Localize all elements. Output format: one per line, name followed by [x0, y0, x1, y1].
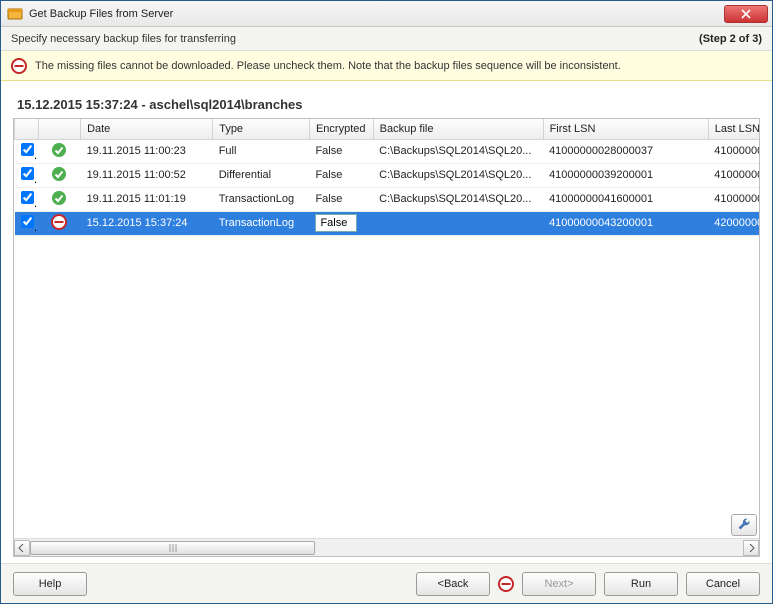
col-first-lsn[interactable]: First LSN [543, 119, 708, 139]
table-row[interactable]: 19.11.2015 11:00:23FullFalseC:\Backups\S… [15, 139, 761, 163]
wrench-icon [737, 518, 751, 532]
col-encrypted[interactable]: Encrypted [309, 119, 373, 139]
status-ok-icon [51, 142, 67, 158]
col-status[interactable] [38, 119, 80, 139]
scroll-left-button[interactable] [14, 540, 30, 556]
run-button[interactable]: Run [604, 572, 678, 596]
cancel-label: Cancel [706, 578, 740, 590]
help-button[interactable]: Help [13, 572, 87, 596]
cell-type: Full [213, 139, 310, 163]
backup-table: Date Type Encrypted Backup file First LS… [14, 119, 760, 236]
table-body: 19.11.2015 11:00:23FullFalseC:\Backups\S… [15, 139, 761, 235]
cell-encrypted: False [309, 163, 373, 187]
chevron-right-icon [747, 544, 755, 552]
warning-icon [11, 58, 27, 74]
window-title: Get Backup Files from Server [29, 8, 724, 20]
cell-first-lsn: 41000000039200001 [543, 163, 708, 187]
back-button[interactable]: <Back [416, 572, 490, 596]
status-error-icon [51, 214, 67, 230]
next-button[interactable]: Next> [522, 572, 596, 596]
row-checkbox[interactable] [21, 215, 34, 228]
cell-date: 15.12.2015 15:37:24 [81, 211, 213, 235]
col-checkbox[interactable] [15, 119, 39, 139]
close-button[interactable] [724, 5, 768, 23]
row-checkbox[interactable] [21, 143, 34, 156]
cell-first-lsn: 41000000041600001 [543, 187, 708, 211]
status-ok-icon [51, 190, 67, 206]
cell-last-lsn: 41000000031200001 [708, 139, 760, 163]
main-area: 15.12.2015 15:37:24 - aschel\sql2014\bra… [1, 81, 772, 563]
cell-file: C:\Backups\SQL2014\SQL20... [373, 163, 543, 187]
table-row[interactable]: 15.12.2015 15:37:24TransactionLogFalse 41… [15, 211, 761, 235]
subheader: Specify necessary backup files for trans… [1, 27, 772, 51]
col-file[interactable]: Backup file [373, 119, 543, 139]
cell-file [373, 211, 543, 235]
cell-last-lsn: 41000000041600001 [708, 163, 760, 187]
cell-file: C:\Backups\SQL2014\SQL20... [373, 187, 543, 211]
table-options-button[interactable] [731, 514, 757, 536]
title-bar: Get Backup Files from Server [1, 1, 772, 27]
scroll-thumb[interactable] [30, 541, 315, 555]
next-label: Next> [544, 578, 573, 590]
table-container: Date Type Encrypted Backup file First LS… [13, 118, 760, 557]
stop-icon [498, 576, 514, 592]
cell-date: 19.11.2015 11:00:23 [81, 139, 213, 163]
table-row[interactable]: 19.11.2015 11:01:19TransactionLogFalseC:… [15, 187, 761, 211]
col-last-lsn[interactable]: Last LSN [708, 119, 760, 139]
col-type[interactable]: Type [213, 119, 310, 139]
cell-first-lsn: 41000000028000037 [543, 139, 708, 163]
cell-last-lsn: 41000000043200001 [708, 187, 760, 211]
status-ok-icon [51, 166, 67, 182]
cell-first-lsn: 41000000043200001 [543, 211, 708, 235]
table-header: Date Type Encrypted Backup file First LS… [15, 119, 761, 139]
warning-text: The missing files cannot be downloaded. … [35, 60, 621, 72]
footer: Help <Back Next> Run Cancel [1, 563, 772, 603]
cell-encrypted: False [309, 187, 373, 211]
cell-type: TransactionLog [213, 187, 310, 211]
horizontal-scrollbar[interactable] [14, 538, 759, 556]
back-label: <Back [438, 578, 469, 590]
cell-file: C:\Backups\SQL2014\SQL20... [373, 139, 543, 163]
chevron-left-icon [18, 544, 26, 552]
warning-bar: The missing files cannot be downloaded. … [1, 51, 772, 81]
table-row[interactable]: 19.11.2015 11:00:52DifferentialFalseC:\B… [15, 163, 761, 187]
cell-type: Differential [213, 163, 310, 187]
cell-type: TransactionLog [213, 211, 310, 235]
cell-date: 19.11.2015 11:01:19 [81, 187, 213, 211]
page-title: 15.12.2015 15:37:24 - aschel\sql2014\bra… [17, 97, 756, 112]
step-indicator: (Step 2 of 3) [699, 33, 762, 45]
help-label: Help [39, 578, 62, 590]
row-checkbox[interactable] [21, 191, 34, 204]
cell-encrypted: False [309, 211, 373, 235]
cell-last-lsn: 42000000048000001 [708, 211, 760, 235]
row-checkbox[interactable] [21, 167, 34, 180]
cell-date: 19.11.2015 11:00:52 [81, 163, 213, 187]
app-icon [7, 6, 23, 22]
cancel-button[interactable]: Cancel [686, 572, 760, 596]
col-date[interactable]: Date [81, 119, 213, 139]
scroll-track[interactable] [30, 540, 743, 556]
subtitle: Specify necessary backup files for trans… [11, 33, 236, 45]
run-label: Run [631, 578, 651, 590]
close-icon [741, 9, 751, 19]
cell-encrypted: False [309, 139, 373, 163]
scroll-right-button[interactable] [743, 540, 759, 556]
